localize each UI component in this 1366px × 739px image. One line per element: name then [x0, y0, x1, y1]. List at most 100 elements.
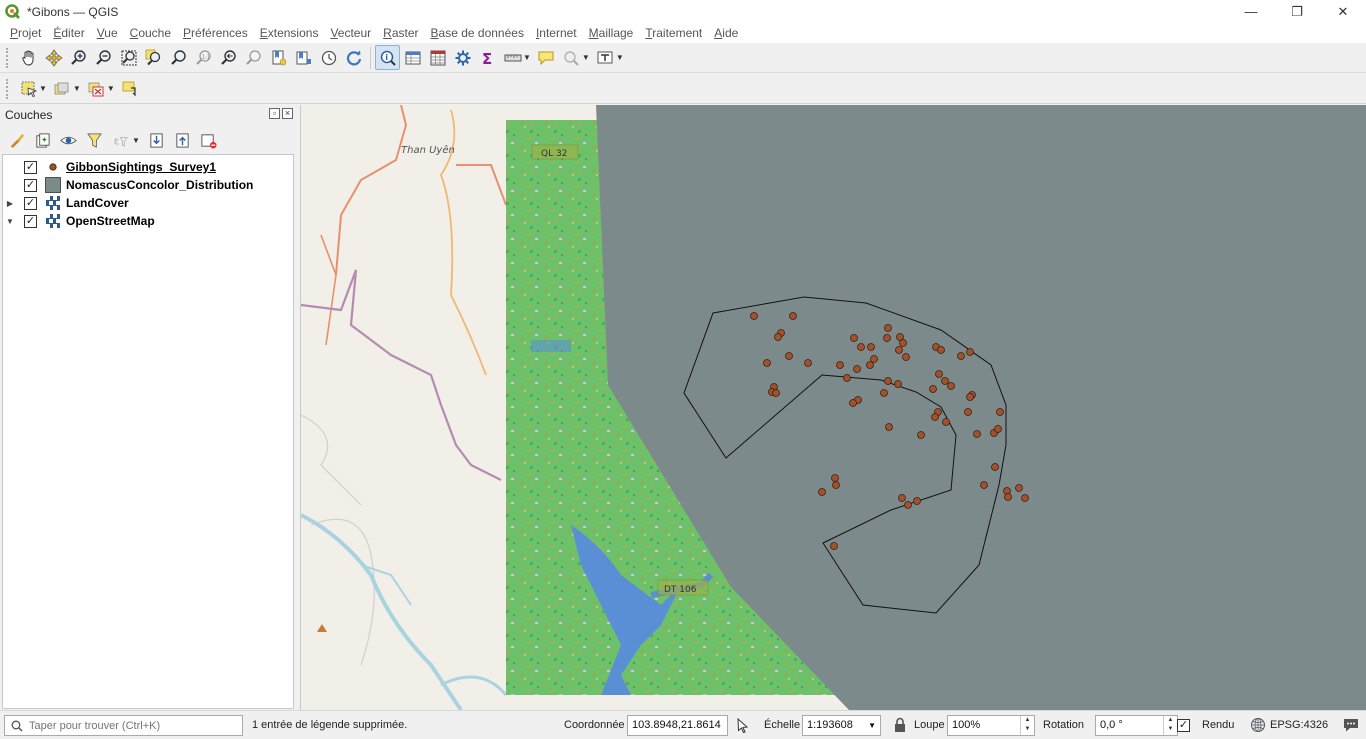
- text-annotation-button[interactable]: [593, 45, 618, 70]
- menu-projet[interactable]: Projet: [4, 26, 47, 40]
- toolbar-grip[interactable]: [6, 47, 10, 68]
- layer-visibility-checkbox[interactable]: ✓: [24, 160, 37, 174]
- menu-preferences[interactable]: Préférences: [177, 26, 254, 40]
- layers-panel-title: Couches: [5, 108, 53, 122]
- zoom-to-layer-button[interactable]: [166, 45, 191, 70]
- menu-editer[interactable]: Éditer: [47, 26, 90, 40]
- temporal-controller-button[interactable]: [316, 45, 341, 70]
- style-manager-button[interactable]: [4, 129, 28, 151]
- zoom-in-icon: [70, 49, 86, 65]
- style-manager-icon: [10, 133, 24, 148]
- rotation-spinner[interactable]: ▲ ▼: [1163, 716, 1177, 735]
- select-by-value-icon: [55, 82, 69, 94]
- remove-layer-button[interactable]: [197, 129, 221, 151]
- annotation-icon: [564, 50, 580, 66]
- messages-button[interactable]: [1342, 716, 1360, 734]
- menu-vue[interactable]: Vue: [91, 26, 124, 40]
- magnifier-spinner[interactable]: ▲ ▼: [1020, 716, 1034, 735]
- crs-button[interactable]: [1249, 716, 1267, 734]
- menu-maillage[interactable]: Maillage: [583, 26, 640, 40]
- scale-field[interactable]: 1:193608 ▼: [802, 715, 881, 736]
- scale-dropdown-arrow[interactable]: ▼: [868, 716, 876, 735]
- menu-couche[interactable]: Couche: [124, 26, 177, 40]
- open-field-calculator-icon: [430, 50, 445, 65]
- toolbar-grip[interactable]: [6, 78, 10, 99]
- zoom-out-button[interactable]: [91, 45, 116, 70]
- zoom-last-button[interactable]: [216, 45, 241, 70]
- refresh-button[interactable]: [341, 45, 366, 70]
- new-bookmark-button[interactable]: [266, 45, 291, 70]
- zoom-full-button[interactable]: [116, 45, 141, 70]
- layer-expander[interactable]: [3, 176, 17, 194]
- menu-traitement[interactable]: Traitement: [639, 26, 708, 40]
- map-label-road2: DT 106: [664, 585, 697, 595]
- open-attribute-table-button[interactable]: [400, 45, 425, 70]
- open-field-calculator-button[interactable]: [425, 45, 450, 70]
- annotation-button[interactable]: [559, 45, 584, 70]
- magnifier-field[interactable]: 100% ▲ ▼: [947, 715, 1035, 736]
- layer-row-gibbon-sightings[interactable]: ✓ GibbonSightings_Survey1: [3, 158, 293, 176]
- layer-row-landcover[interactable]: ▶ ✓ LandCover: [3, 194, 293, 212]
- locator-search-input[interactable]: [29, 719, 229, 732]
- close-button[interactable]: ✕: [1320, 0, 1366, 23]
- mouse-extents-icon: [737, 717, 749, 733]
- map-tips-button[interactable]: [534, 45, 559, 70]
- zoom-to-selection-button[interactable]: [141, 45, 166, 70]
- menu-internet[interactable]: Internet: [530, 26, 583, 40]
- filter-legend-icon: [86, 133, 102, 148]
- zoom-next-button[interactable]: [241, 45, 266, 70]
- zoom-in-button[interactable]: [66, 45, 91, 70]
- select-features-icon: [21, 81, 37, 97]
- select-features-button[interactable]: [16, 76, 41, 101]
- select-by-value-button[interactable]: [50, 76, 75, 101]
- temporal-controller-icon: [321, 50, 336, 65]
- layer-visibility-checkbox[interactable]: ✓: [24, 178, 37, 192]
- identify-button[interactable]: i: [375, 45, 400, 70]
- filter-by-expression-button[interactable]: ε: [108, 129, 132, 151]
- panel-float-button[interactable]: ▫: [269, 108, 280, 119]
- pan-to-selection-button[interactable]: [41, 45, 66, 70]
- zoom-native-button[interactable]: 1:1: [191, 45, 216, 70]
- menu-raster[interactable]: Raster: [377, 26, 424, 40]
- panel-close-button[interactable]: ×: [282, 108, 293, 119]
- layers-panel: Couches ▫ × ε ▼ ✓ GibbonSightings_Survey…: [0, 105, 297, 710]
- crs-label[interactable]: EPSG:4326: [1270, 719, 1328, 731]
- minimize-button[interactable]: —: [1228, 0, 1274, 23]
- locator-search-box[interactable]: [4, 715, 243, 736]
- zoom-next-icon: [245, 49, 261, 65]
- measure-button[interactable]: [500, 45, 525, 70]
- layer-expander[interactable]: ▶: [3, 194, 17, 212]
- layer-visibility-checkbox[interactable]: ✓: [24, 214, 37, 228]
- menu-aide[interactable]: Aide: [708, 26, 744, 40]
- render-checkbox[interactable]: ✓: [1177, 719, 1190, 732]
- pan-button[interactable]: [16, 45, 41, 70]
- add-group-button[interactable]: [30, 129, 54, 151]
- layer-visibility-checkbox[interactable]: ✓: [24, 196, 37, 210]
- show-bookmarks-button[interactable]: [291, 45, 316, 70]
- menu-extensions[interactable]: Extensions: [254, 26, 325, 40]
- coordinate-field[interactable]: 103.8948,21.8614: [627, 715, 728, 736]
- collapse-all-button[interactable]: [171, 129, 195, 151]
- layer-expander[interactable]: [3, 158, 17, 176]
- menu-vecteur[interactable]: Vecteur: [324, 26, 377, 40]
- layer-row-nomascus-distribution[interactable]: ✓ NomascusConcolor_Distribution: [3, 176, 293, 194]
- toggle-extents-button[interactable]: [734, 716, 752, 734]
- layer-row-openstreetmap[interactable]: ▼ ✓ OpenStreetMap: [3, 212, 293, 230]
- collapse-all-icon: [176, 132, 190, 148]
- layer-expander[interactable]: ▼: [3, 212, 17, 230]
- map-canvas[interactable]: Than Uyên QL 32 DT 106: [300, 105, 1366, 710]
- expand-all-button[interactable]: [145, 129, 169, 151]
- manage-visibility-button[interactable]: [56, 129, 80, 151]
- filter-expression-dropdown-arrow[interactable]: ▼: [132, 136, 140, 145]
- statistics-button[interactable]: Σ: [475, 45, 500, 70]
- lock-scale-button[interactable]: [891, 716, 909, 734]
- rotation-field[interactable]: 0,0 ° ▲ ▼: [1095, 715, 1178, 736]
- deselect-button[interactable]: [84, 76, 109, 101]
- select-by-location-button[interactable]: [118, 76, 143, 101]
- zoom-out-icon: [95, 49, 111, 65]
- processing-toolbox-button[interactable]: [450, 45, 475, 70]
- menu-base-de-donnees[interactable]: Base de données: [425, 26, 530, 40]
- maximize-button[interactable]: ❐: [1274, 0, 1320, 23]
- filter-legend-button[interactable]: [82, 129, 106, 151]
- show-bookmarks-icon: [296, 51, 311, 64]
